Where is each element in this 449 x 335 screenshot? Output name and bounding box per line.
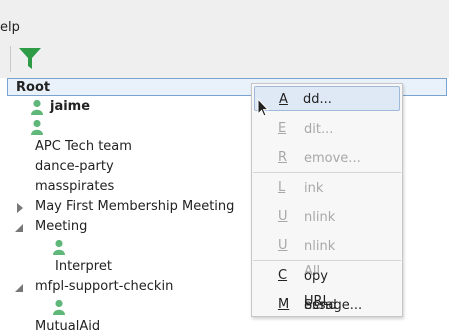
menu-item-add[interactable]: Add... [254, 86, 400, 111]
tree-item-label: dance-party [35, 159, 114, 174]
funnel-icon [19, 48, 41, 69]
tree-channel-dance-party[interactable]: dance-party [35, 157, 114, 177]
filter-button[interactable] [17, 45, 43, 73]
tree-channel-apc-tech-team[interactable]: APC Tech team [35, 137, 132, 157]
menu-item-unlink[interactable]: Unlink [252, 203, 402, 228]
menu-separator [253, 172, 401, 173]
tree-item-label: Interpret [55, 259, 112, 274]
tree-item-label: mfpl-support-checkin [35, 279, 174, 294]
menu-item-remove[interactable]: Remove... [252, 144, 402, 169]
tree-root-label: Root [16, 80, 51, 95]
user-icon [53, 239, 65, 255]
tree-channel-interpret[interactable]: Interpret [55, 257, 112, 277]
user-icon [31, 119, 43, 135]
tree-channel-mfpl-support-checkin[interactable]: mfpl-support-checkin [35, 277, 173, 297]
tree-user-unnamed[interactable] [52, 297, 72, 317]
tree-channel-may-first[interactable]: May First Membership Meeting [35, 197, 234, 217]
menu-item-link[interactable]: Link [252, 174, 402, 199]
tree-user-unnamed[interactable] [52, 237, 72, 257]
toolbar-separator [10, 46, 11, 72]
mouse-cursor-icon [257, 98, 269, 117]
tree-channel-mutualaid[interactable]: MutualAid [35, 317, 100, 335]
collapse-arrow-icon[interactable] [14, 283, 24, 293]
menu-help[interactable]: elp [0, 20, 20, 35]
toolbar [0, 40, 449, 78]
menu-item-edit[interactable]: Edit... [252, 115, 402, 140]
tree-item-label: MutualAid [35, 319, 101, 334]
collapse-arrow-icon[interactable] [14, 223, 24, 233]
menu-separator [253, 260, 401, 261]
tree-channel-masspirates[interactable]: masspirates [35, 177, 114, 197]
tree-item-label: jaime [50, 99, 91, 114]
tree-item-label: May First Membership Meeting [35, 199, 235, 214]
menu-item-send-message[interactable]: Send Message... [252, 291, 402, 316]
tree-item-label: APC Tech team [35, 139, 132, 154]
tree-item-label: Meeting [35, 219, 88, 234]
menu-item-copy-url[interactable]: Copy URL [252, 262, 402, 309]
user-icon [53, 299, 65, 315]
menu-item-unlink-all[interactable]: Unlink All [252, 232, 402, 279]
tree-item-label: masspirates [35, 179, 115, 194]
user-icon [31, 99, 43, 115]
menu-bar: elp [0, 0, 449, 40]
context-menu: Add... Edit... Remove... Link Unlink Unl… [251, 83, 403, 317]
tree-user-unnamed[interactable] [30, 117, 50, 137]
tree-channel-meeting[interactable]: Meeting [35, 217, 87, 237]
expand-arrow-icon[interactable] [15, 203, 25, 213]
